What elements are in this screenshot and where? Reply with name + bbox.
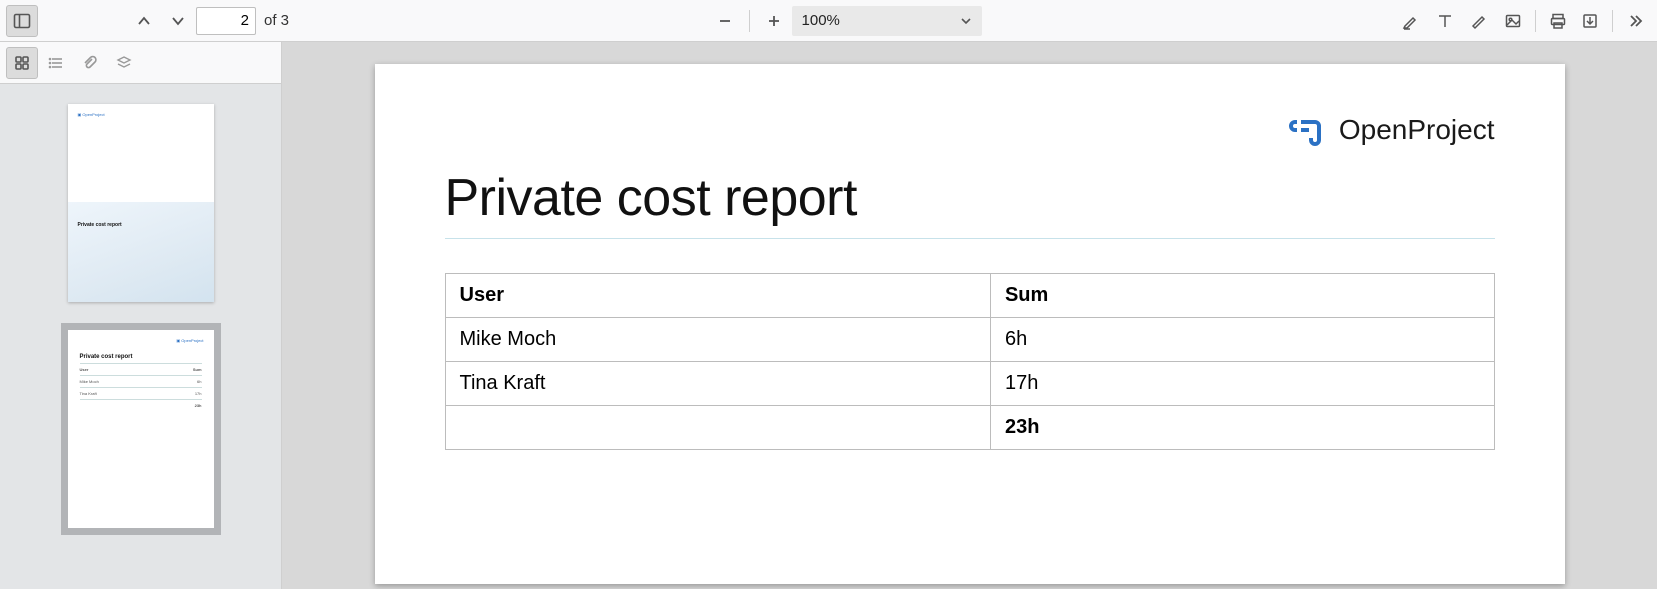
sidebar: ▣ OpenProject Private cost report ▣ Open…	[0, 42, 282, 589]
thumbnails-view-button[interactable]	[6, 47, 38, 79]
layers-view-button[interactable]	[108, 47, 140, 79]
download-button[interactable]	[1574, 5, 1606, 37]
cell-user: Tina Kraft	[445, 362, 990, 406]
highlight-button[interactable]	[1395, 5, 1427, 37]
next-page-button[interactable]	[162, 5, 194, 37]
print-button[interactable]	[1542, 5, 1574, 37]
zoom-group: 100%	[709, 5, 982, 37]
pdf-page: OpenProject Private cost report User Sum…	[375, 64, 1565, 584]
prev-page-button[interactable]	[128, 5, 160, 37]
zoom-select[interactable]: 100%	[792, 6, 982, 36]
cell-sum: 17h	[990, 362, 1494, 406]
brand-logo: OpenProject	[1289, 114, 1495, 146]
document-viewer[interactable]: OpenProject Private cost report User Sum…	[282, 42, 1657, 589]
workspace: ▣ OpenProject Private cost report ▣ Open…	[0, 42, 1657, 589]
cell-total: 23h	[990, 406, 1494, 450]
more-tools-button[interactable]	[1619, 5, 1651, 37]
attachments-view-button[interactable]	[74, 47, 106, 79]
cell-empty	[445, 406, 990, 450]
text-annotation-button[interactable]	[1429, 5, 1461, 37]
cell-sum: 6h	[990, 318, 1494, 362]
table-total-row: 23h	[445, 406, 1494, 450]
page-total-label: of 3	[264, 12, 289, 29]
thumb2-title: Private cost report	[80, 354, 202, 360]
page-number-input[interactable]	[196, 7, 256, 35]
table-header-row: User Sum	[445, 274, 1494, 318]
report-title: Private cost report	[445, 168, 1495, 228]
sidebar-tools	[0, 42, 281, 84]
thumbnail-page-2[interactable]: ▣ OpenProject Private cost report UserSu…	[68, 330, 214, 528]
openproject-logo-icon: ▣ OpenProject	[176, 338, 203, 343]
openproject-logo-icon	[1289, 114, 1329, 146]
zoom-out-button[interactable]	[709, 5, 741, 37]
cell-user: Mike Moch	[445, 318, 990, 362]
col-header-sum: Sum	[990, 274, 1494, 318]
title-rule	[445, 238, 1495, 239]
pdf-toolbar: of 3 100%	[0, 0, 1657, 42]
brand-name: OpenProject	[1339, 114, 1495, 146]
separator	[1612, 10, 1613, 32]
table-row: Mike Moch 6h	[445, 318, 1494, 362]
table-row: Tina Kraft 17h	[445, 362, 1494, 406]
insert-image-button[interactable]	[1497, 5, 1529, 37]
chevron-down-icon	[960, 15, 972, 27]
thumbnail-list: ▣ OpenProject Private cost report ▣ Open…	[0, 84, 281, 589]
thumb1-title: Private cost report	[78, 222, 122, 228]
outline-view-button[interactable]	[40, 47, 72, 79]
thumbnail-page-1[interactable]: ▣ OpenProject Private cost report	[68, 104, 214, 302]
zoom-value-label: 100%	[802, 12, 840, 29]
zoom-in-button[interactable]	[758, 5, 790, 37]
toggle-sidebar-button[interactable]	[6, 5, 38, 37]
draw-button[interactable]	[1463, 5, 1495, 37]
page-nav-group: of 3	[128, 5, 295, 37]
annotate-group	[1395, 5, 1529, 37]
separator	[749, 10, 750, 32]
separator	[1535, 10, 1536, 32]
openproject-logo-icon: ▣ OpenProject	[78, 112, 105, 117]
report-table: User Sum Mike Moch 6h Tina Kraft 17h	[445, 273, 1495, 450]
col-header-user: User	[445, 274, 990, 318]
